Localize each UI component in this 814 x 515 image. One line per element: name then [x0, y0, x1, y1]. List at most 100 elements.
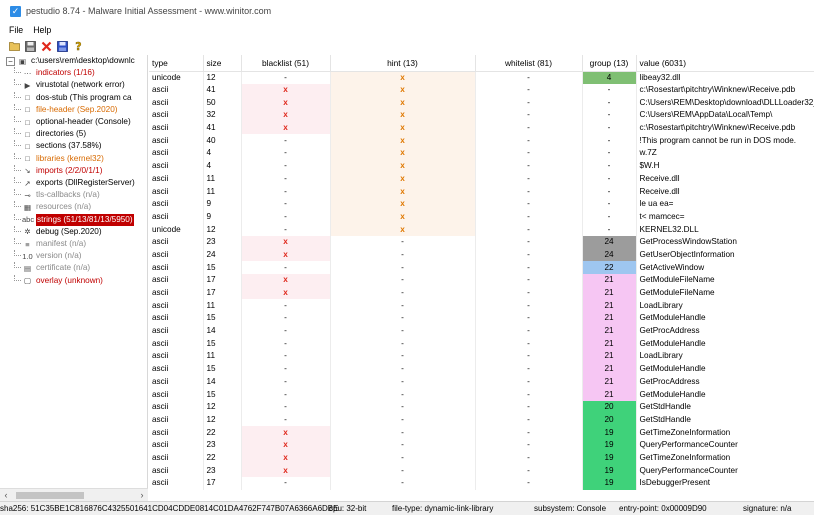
table-row[interactable]: unicode 12- x - - KERNEL32.DLL — [149, 223, 814, 236]
table-row[interactable]: ascii 17 x - -21 GetModuleFileName — [149, 286, 814, 300]
tree-item[interactable]: ▶ virustotal (network error) — [0, 79, 125, 91]
cell-group: 21 — [582, 337, 637, 351]
cell-size: 12 — [203, 71, 242, 84]
table-row[interactable]: ascii 15- - -21 GetModuleHandle — [149, 312, 814, 325]
table-row[interactable]: ascii 22 x - -19 GetTimeZoneInformation — [149, 426, 814, 439]
tree-item-label: version (n/a) — [36, 251, 82, 261]
tree-item[interactable]: ⊸ tls-callbacks (n/a) — [0, 189, 100, 201]
table-row[interactable]: ascii 50 x x - - C:\Users\REM\Desktop\download… — [149, 96, 814, 110]
tree-item[interactable]: □ dos-stub (This program ca — [0, 91, 132, 104]
floppy-icon[interactable] — [57, 40, 68, 52]
col-whitelist-header[interactable]: whitelist (81) — [475, 55, 583, 72]
tree-item[interactable]: abc strings (51/13/81/13/5950) — [0, 213, 134, 226]
col-size-header[interactable]: size — [203, 55, 242, 72]
cell-type: ascii — [149, 464, 204, 477]
cell-blacklist: x — [241, 235, 331, 249]
tree-item[interactable]: ⋯ indicators (1/16) — [0, 67, 95, 79]
table-row[interactable]: ascii 15- - -22 GetActiveWindow — [149, 261, 814, 274]
table-row[interactable]: ascii 11- - -21 LoadLibrary — [149, 299, 814, 313]
table-row[interactable]: ascii 23 x - -19 QueryPerformanceCounter — [149, 464, 814, 477]
col-hint-header[interactable]: hint (13) — [330, 55, 476, 72]
tree-item[interactable]: ↗ exports (DllRegisterServer) — [0, 177, 135, 189]
table-row[interactable]: ascii 23 x - -24 GetProcessWindowStation — [149, 235, 814, 249]
cell-whitelist: - — [475, 464, 583, 477]
cell-group: 21 — [582, 286, 637, 300]
col-type-header[interactable]: type — [149, 55, 204, 72]
cell-hint: - — [330, 299, 476, 313]
cell-group: 4 — [582, 71, 637, 84]
table-row[interactable]: ascii 24 x - -24 GetUserObjectInformation — [149, 248, 814, 262]
collapse-icon[interactable]: − — [6, 56, 15, 66]
tree-connector — [14, 225, 21, 232]
table-row[interactable]: ascii 41 x x - - c:\Rosestart\pitchtry\Winknew… — [149, 83, 814, 97]
cell-type: ascii — [149, 210, 204, 224]
cell-group: 20 — [582, 400, 637, 414]
tree-root[interactable]: − ▣ c:\users\rem\desktop\downlc — [6, 55, 135, 67]
menu-file[interactable]: File — [9, 25, 23, 35]
tree-item[interactable]: ▢ overlay (unknown) — [0, 274, 103, 287]
col-group-header[interactable]: group (13) — [582, 55, 637, 72]
cell-type: ascii — [149, 324, 204, 338]
table-row[interactable]: ascii 11- x - - Receive.dll — [149, 172, 814, 186]
table-row[interactable]: ascii 23 x - -19 QueryPerformanceCounter — [149, 438, 814, 452]
cell-size: 32 — [203, 109, 242, 122]
tree-item[interactable]: □ optional-header (Console) — [0, 116, 131, 128]
cell-blacklist: - — [241, 172, 331, 186]
close-icon[interactable] — [41, 41, 52, 52]
table-row[interactable]: ascii 15- - -21 GetModuleHandle — [149, 337, 814, 351]
tree-item-label: exports (DllRegisterServer) — [36, 178, 135, 188]
menu-help[interactable]: Help — [33, 25, 51, 35]
table-row[interactable]: ascii 15- - -21 GetModuleHandle — [149, 388, 814, 401]
cell-value: libeay32.dll — [636, 71, 814, 84]
help-icon[interactable]: ? — [73, 40, 84, 52]
table-row[interactable]: ascii 15- - -21 GetModuleHandle — [149, 362, 814, 376]
tree-item[interactable]: 1.0 version (n/a) — [0, 250, 82, 262]
cell-hint: x — [330, 223, 476, 236]
tree-connector — [14, 116, 21, 123]
scrollbar-thumb[interactable] — [16, 492, 84, 499]
table-row[interactable]: ascii 11- - -21 LoadLibrary — [149, 350, 814, 363]
cell-value: LoadLibrary — [636, 350, 814, 363]
table-row[interactable]: ascii 14- - -21 GetProcAddress — [149, 324, 814, 338]
tree-panel: − ▣ c:\users\rem\desktop\downlc ⋯ indicat… — [0, 55, 148, 488]
open-folder-icon[interactable] — [9, 41, 20, 52]
cell-value: GetModuleHandle — [636, 312, 814, 325]
cell-blacklist: - — [241, 197, 331, 211]
table-row[interactable]: ascii 4- x - - w.7Z — [149, 147, 814, 160]
table-row[interactable]: ascii 32 x x - - C:\Users\REM\AppData\Local\Te… — [149, 109, 814, 122]
table-row[interactable]: ascii 22 x - -19 GetTimeZoneInformation — [149, 451, 814, 465]
cell-whitelist: - — [475, 159, 583, 173]
table-row[interactable]: ascii 17- - -19 IsDebuggerPresent — [149, 477, 814, 490]
table-row[interactable]: ascii 4- x - - $W.H — [149, 159, 814, 173]
cell-size: 17 — [203, 286, 242, 300]
save-icon[interactable] — [25, 40, 36, 52]
tree-item[interactable]: ≡ manifest (n/a) — [0, 238, 86, 250]
tree-item[interactable]: ↘ imports (2/2/0/1/1) — [0, 164, 102, 177]
table-row[interactable]: ascii 9- x - - le ua ea= — [149, 197, 814, 211]
tree-item[interactable]: □ file-header (Sep.2020) — [0, 103, 117, 116]
table-row[interactable]: ascii 9- x - - t< mamcec= — [149, 210, 814, 224]
col-value-header[interactable]: value (6031) — [636, 55, 814, 72]
tree-item[interactable]: □ directories (5) — [0, 128, 86, 140]
tree-item[interactable]: □ libraries (kernel32) — [0, 152, 104, 165]
table-row[interactable]: ascii 14- - -21 GetProcAddress — [149, 375, 814, 389]
col-blacklist-header[interactable]: blacklist (51) — [241, 55, 331, 72]
table-row[interactable]: ascii 41 x x - - c:\Rosestart\pitchtry\Winknew… — [149, 121, 814, 135]
table-row[interactable]: ascii 40- x - - !This program cannot be run i… — [149, 134, 814, 148]
table-row[interactable]: ascii 11- x - - Receive.dll — [149, 185, 814, 198]
cell-group: - — [582, 185, 637, 198]
tree-item[interactable]: □ sections (37.58%) — [0, 140, 102, 152]
cell-whitelist: - — [475, 235, 583, 249]
tree-item[interactable]: ▤ certificate (n/a) — [0, 262, 90, 274]
tree-horizontal-scrollbar[interactable]: ‹ › — [0, 488, 148, 501]
status-sha256: sha256: 51C35BE1C816876C4325501641CD04CD… — [0, 504, 339, 513]
table-row[interactable]: ascii 12- - -20 GetStdHandle — [149, 413, 814, 427]
table-row[interactable]: unicode 12- x -4 libeay32.dll — [149, 71, 814, 84]
tree-item[interactable]: ▦ resources (n/a) — [0, 201, 91, 213]
table-row[interactable]: ascii 12- - -20 GetStdHandle — [149, 400, 814, 414]
table-row[interactable]: ascii 17 x - -21 GetModuleFileName — [149, 274, 814, 287]
cell-hint: - — [330, 438, 476, 452]
cell-size: 12 — [203, 400, 242, 414]
tree-item[interactable]: ✲ debug (Sep.2020) — [0, 225, 102, 238]
cell-value: GetModuleFileName — [636, 274, 814, 287]
